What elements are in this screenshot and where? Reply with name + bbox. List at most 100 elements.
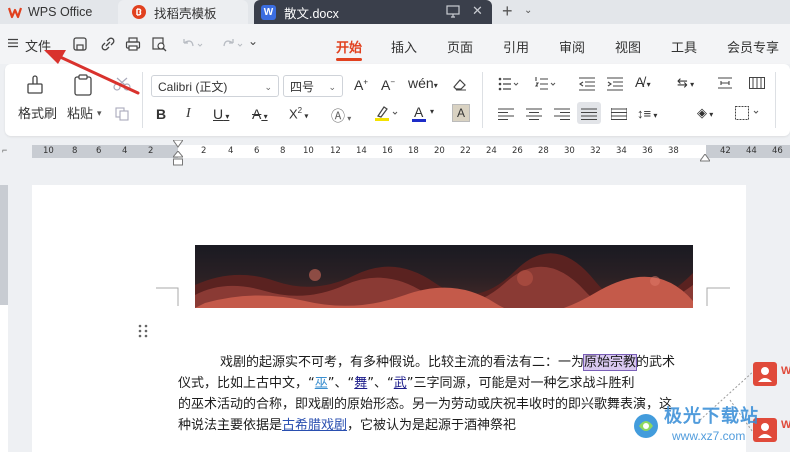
strikethrough-icon[interactable]: A ▾ bbox=[252, 106, 268, 122]
body-text: ，它被认为是起源于酒神祭祀 bbox=[347, 418, 517, 433]
tab-label: 找稻壳模板 bbox=[154, 6, 217, 21]
menu-page[interactable]: 页面 bbox=[447, 37, 473, 56]
ruler-number: 46 bbox=[772, 146, 783, 156]
font-color-icon[interactable]: A ▾ bbox=[411, 104, 437, 122]
ribbon-separator bbox=[775, 72, 776, 128]
layout-icon[interactable] bbox=[749, 77, 765, 92]
phonetic-guide-icon[interactable]: wén▾ bbox=[408, 75, 438, 91]
comment-avatar-1[interactable] bbox=[753, 362, 777, 386]
menu-home[interactable]: 开始 bbox=[336, 37, 362, 56]
increase-indent-icon[interactable] bbox=[607, 77, 623, 94]
text-direction-icon[interactable]: A̸ ▾ bbox=[635, 74, 651, 90]
align-right-icon[interactable] bbox=[554, 108, 570, 123]
ruler-number: 42 bbox=[720, 146, 731, 156]
paragraph-shading-icon[interactable]: ◈ ▾ bbox=[697, 105, 713, 121]
font-name-value: Calibri (正文) bbox=[158, 80, 228, 94]
ruler-number: 4 bbox=[228, 146, 234, 156]
ruler-number: 26 bbox=[512, 146, 523, 156]
linked-character[interactable]: 巫 bbox=[315, 376, 328, 391]
underline-icon[interactable]: U ▾ bbox=[213, 106, 229, 122]
site-watermark: 极光下载站 www.xz7.com bbox=[632, 402, 782, 448]
ruler-number: 22 bbox=[460, 146, 471, 156]
ruler-number: 2 bbox=[148, 146, 154, 156]
character-shading-icon[interactable]: A bbox=[452, 104, 470, 122]
undo-icon[interactable] bbox=[180, 36, 204, 55]
align-left-icon[interactable] bbox=[498, 108, 514, 123]
vertical-ruler[interactable] bbox=[0, 185, 8, 452]
first-line-indent-marker[interactable] bbox=[172, 138, 184, 152]
ruler-number: 6 bbox=[254, 146, 260, 156]
highlight-icon[interactable] bbox=[373, 104, 399, 125]
ruler-number: 18 bbox=[408, 146, 419, 156]
border-icon[interactable] bbox=[735, 106, 761, 123]
clear-format-icon[interactable] bbox=[452, 76, 468, 95]
sort-icon[interactable]: ⇆ ▾ bbox=[677, 75, 694, 91]
font-name-select[interactable]: Calibri (正文) ⌄ bbox=[151, 75, 279, 97]
justify-icon[interactable] bbox=[577, 102, 601, 124]
active-tab-indicator bbox=[336, 58, 362, 61]
bullet-list-icon[interactable] bbox=[498, 77, 520, 94]
right-indent-marker[interactable] bbox=[699, 151, 711, 165]
body-text: 的武术 bbox=[636, 355, 676, 370]
close-tab-icon[interactable]: ✕ bbox=[472, 3, 483, 19]
chevron-down-icon: ⌄ bbox=[328, 82, 336, 92]
text-effect-icon[interactable]: Ⓐ ▾ bbox=[331, 106, 351, 126]
ruler-number: 44 bbox=[746, 146, 757, 156]
embedded-picture[interactable] bbox=[195, 245, 693, 308]
body-text: ”三字同源，可能是对一种乞求战斗胜利 bbox=[406, 376, 635, 391]
show-marks-icon[interactable] bbox=[717, 75, 733, 94]
menu-member[interactable]: 会员专享 bbox=[727, 37, 779, 56]
numbered-list-icon[interactable] bbox=[534, 77, 557, 94]
menu-tools[interactable]: 工具 bbox=[671, 37, 697, 56]
font-color-bar bbox=[412, 119, 426, 122]
greek-drama-link[interactable]: 古希腊戏剧 bbox=[282, 418, 347, 433]
italic-icon[interactable]: I bbox=[186, 106, 191, 122]
increase-font-icon[interactable]: A+ bbox=[354, 77, 368, 93]
ruler-number: 36 bbox=[642, 146, 653, 156]
monitor-icon[interactable] bbox=[446, 5, 460, 21]
decrease-font-icon[interactable]: A− bbox=[381, 77, 395, 93]
line-spacing-icon[interactable]: ↕≡ ▾ bbox=[637, 106, 657, 121]
menu-insert[interactable]: 插入 bbox=[391, 37, 417, 56]
print-preview-icon[interactable] bbox=[151, 36, 167, 55]
ruler-number: 24 bbox=[486, 146, 497, 156]
quick-access-chevron-icon[interactable]: ⌄ bbox=[248, 34, 258, 48]
body-text: ”、“ bbox=[327, 376, 355, 391]
tab-document[interactable]: W 散文.docx ✕ bbox=[254, 0, 492, 24]
align-center-icon[interactable] bbox=[526, 108, 542, 123]
ruler-number: 38 bbox=[668, 146, 679, 156]
user-icon bbox=[758, 367, 772, 382]
body-text: 仪式，比如上古中文，“ bbox=[178, 376, 315, 391]
ruler-number: 16 bbox=[382, 146, 393, 156]
ruler-number: 8 bbox=[280, 146, 286, 156]
redo-icon[interactable] bbox=[220, 36, 244, 55]
highlighted-term[interactable]: 原始宗教 bbox=[583, 354, 638, 371]
body-text: ”、“ bbox=[367, 376, 394, 391]
ruler-number: 30 bbox=[564, 146, 575, 156]
superscript-icon[interactable]: X2 ▾ bbox=[289, 106, 308, 121]
linked-character[interactable]: 武 bbox=[394, 376, 407, 391]
decrease-indent-icon[interactable] bbox=[579, 77, 595, 94]
tab-list-chevron-icon[interactable]: ⌄ bbox=[524, 5, 532, 16]
font-size-select[interactable]: 四号 ⌄ bbox=[283, 75, 343, 97]
drag-handle-icon[interactable] bbox=[138, 324, 148, 341]
horizontal-ruler[interactable]: ⌐ 10 8 6 4 2 2 4 6 8 10 12 14 16 18 20 2… bbox=[0, 139, 790, 166]
menu-review[interactable]: 审阅 bbox=[559, 37, 585, 56]
ruler-number: 8 bbox=[72, 146, 78, 156]
left-indent-marker[interactable] bbox=[171, 150, 185, 170]
font-size-value: 四号 bbox=[290, 80, 315, 94]
paragraph-line-2[interactable]: 仪式，比如上古中文，“巫”、“舞”、“武”三字同源，可能是对一种乞求战斗胜利 bbox=[178, 373, 708, 395]
menu-references[interactable]: 引用 bbox=[503, 37, 529, 56]
paragraph-line-4[interactable]: 种说法主要依据是古希腊戏剧，它被认为是起源于酒神祭祀 bbox=[178, 415, 708, 437]
paragraph-line-1[interactable]: 戏剧的起源实不可考，有多种假说。比较主流的看法有二：一为原始宗教的武术 bbox=[178, 352, 708, 374]
ruler-number: 28 bbox=[538, 146, 549, 156]
linked-character[interactable]: 舞 bbox=[354, 376, 367, 391]
ruler-number: 4 bbox=[122, 146, 128, 156]
paragraph-line-3[interactable]: 的巫术活动的合称，即戏剧的原始形态。另一为劳动或庆祝丰收时的即兴歌舞表演，这 bbox=[178, 394, 708, 416]
distributed-icon[interactable] bbox=[610, 108, 628, 123]
bold-icon[interactable]: B bbox=[156, 106, 166, 122]
new-tab-plus-icon[interactable]: + bbox=[502, 1, 513, 22]
night-scene-picture bbox=[195, 245, 693, 308]
menu-view[interactable]: 视图 bbox=[615, 37, 641, 56]
comment-author-initial: W bbox=[781, 419, 790, 431]
